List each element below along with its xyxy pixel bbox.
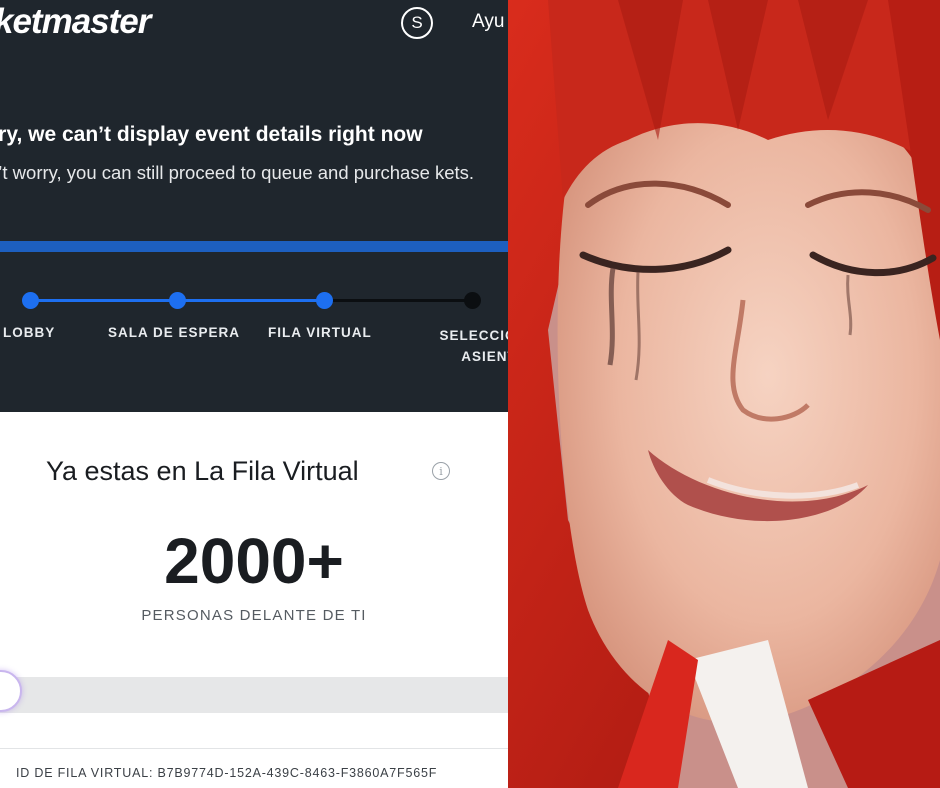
step-label-fila-virtual: FILA VIRTUAL (268, 325, 372, 340)
queue-title: Ya estas en La Fila Virtual (46, 456, 359, 486)
step-dot-fila-virtual (316, 292, 333, 309)
people-ahead-count: 2000+ (164, 525, 344, 597)
step-label-lobby: LOBBY (3, 325, 56, 340)
brand-logo[interactable]: ketmaster (0, 2, 151, 42)
step-label-sala-de-espera: SALA DE ESPERA (108, 325, 241, 340)
crying-woman-illustration (508, 0, 940, 788)
crying-woman-photo (508, 0, 940, 788)
notice-divider-bar (0, 241, 508, 252)
ticket-queue-screenshot: ketmaster S Ayu rry, we can’t display ev… (0, 0, 508, 788)
notice-body: n’t worry, you can still proceed to queu… (0, 162, 475, 183)
info-icon[interactable]: i (432, 462, 450, 480)
account-button[interactable]: S (401, 7, 433, 39)
step-dot-lobby (22, 292, 39, 309)
section-divider (0, 748, 508, 749)
people-ahead-label: PERSONAS DELANTE DE TI (141, 607, 367, 624)
header-panel: ketmaster S Ayu rry, we can’t display ev… (0, 0, 508, 412)
step-connector (177, 299, 324, 302)
help-link[interactable]: Ayu (472, 11, 504, 33)
step-connector (30, 299, 177, 302)
notice-title: rry, we can’t display event details righ… (0, 123, 423, 146)
step-dot-sala-de-espera (169, 292, 186, 309)
step-label-selecciona-asientos: SELECCIONA ASIENTOS (439, 328, 508, 364)
queue-progress-track (0, 677, 508, 713)
account-initial: S (411, 13, 423, 32)
queue-id: ID DE FILA VIRTUAL: B7B9774D-152A-439C-8… (16, 766, 438, 780)
step-connector (324, 299, 472, 302)
step-dot-selecciona-asientos (464, 292, 481, 309)
